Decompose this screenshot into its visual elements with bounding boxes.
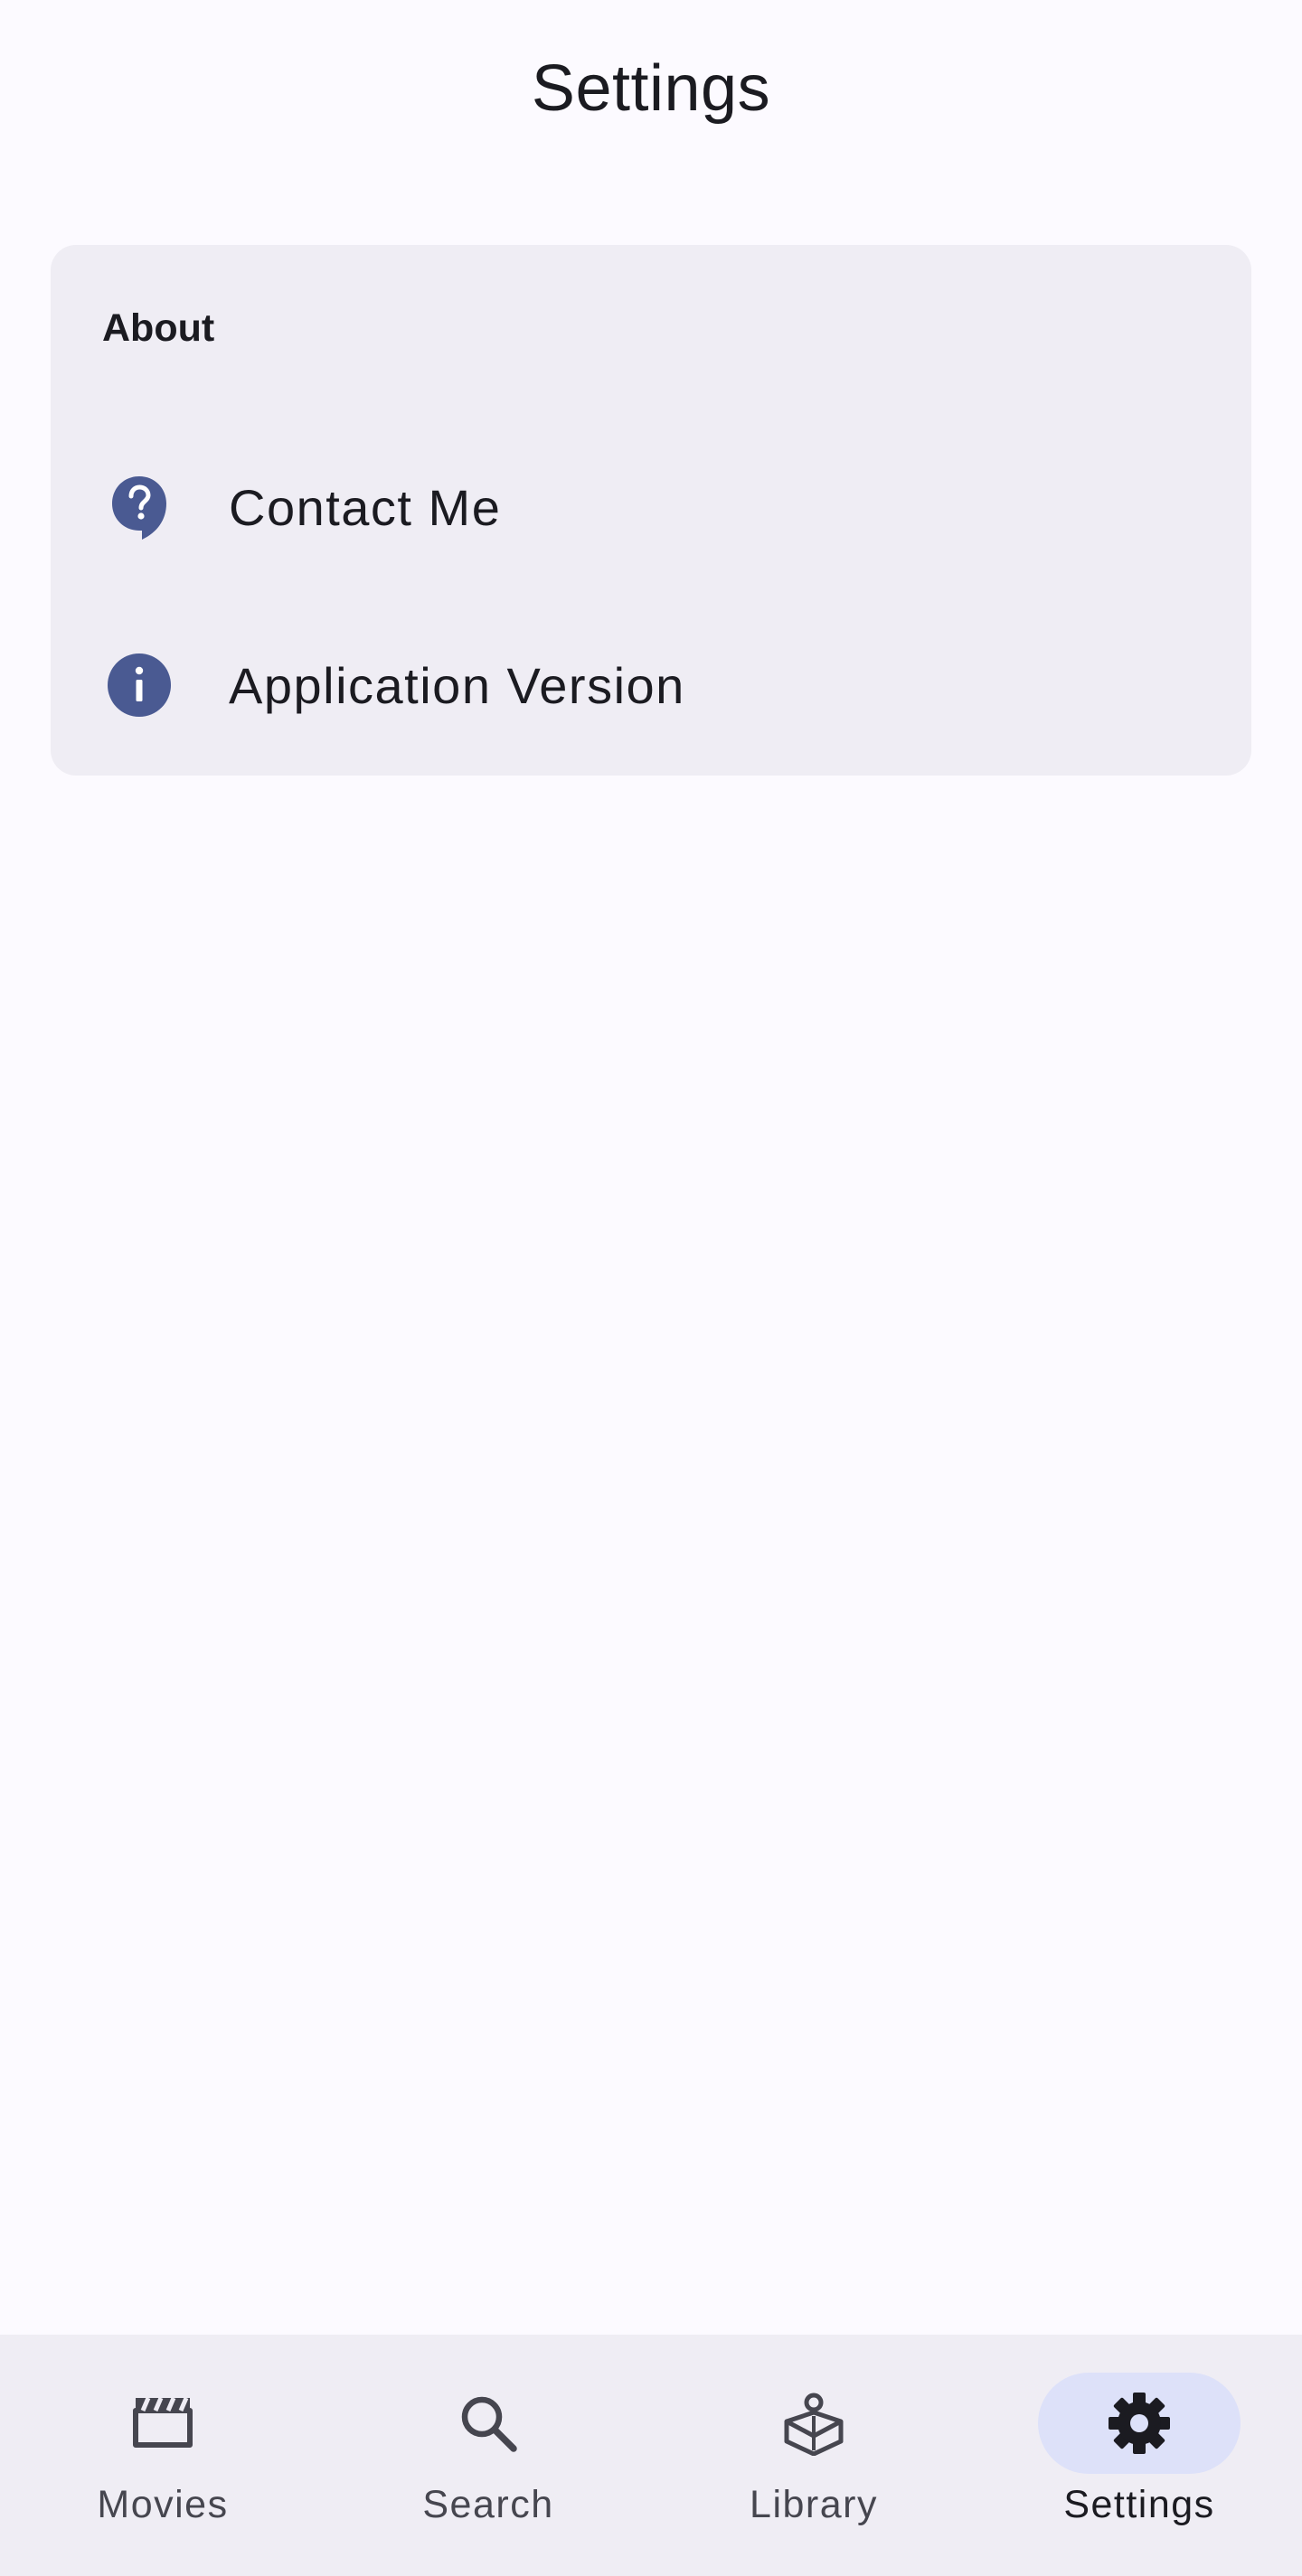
nav-item-movies[interactable]: Movies bbox=[0, 2335, 326, 2576]
about-card: About Contact Me Application Version bbox=[51, 245, 1251, 776]
help-bubble-icon bbox=[107, 475, 172, 540]
nav-label-settings: Settings bbox=[1063, 2483, 1215, 2526]
search-icon bbox=[456, 2391, 521, 2456]
application-version-item[interactable]: Application Version bbox=[51, 597, 1251, 774]
contact-me-label: Contact Me bbox=[229, 478, 502, 536]
nav-label-library: Library bbox=[750, 2483, 878, 2526]
library-reader-icon bbox=[781, 2391, 846, 2456]
nav-item-library[interactable]: Library bbox=[651, 2335, 976, 2576]
nav-label-movies: Movies bbox=[97, 2483, 229, 2526]
info-icon bbox=[107, 653, 172, 718]
settings-screen: Settings About Contact Me Application Ve… bbox=[0, 0, 1302, 2576]
page-title: Settings bbox=[531, 52, 771, 125]
gear-icon bbox=[1107, 2391, 1172, 2456]
nav-item-search[interactable]: Search bbox=[326, 2335, 651, 2576]
nav-label-search: Search bbox=[422, 2483, 554, 2526]
section-title-about: About bbox=[102, 306, 215, 350]
application-version-label: Application Version bbox=[229, 656, 685, 714]
top-app-bar: Settings bbox=[0, 0, 1302, 181]
bottom-navigation-bar: Movies Search Library Settings bbox=[0, 2335, 1302, 2576]
nav-item-settings[interactable]: Settings bbox=[976, 2335, 1302, 2576]
contact-me-item[interactable]: Contact Me bbox=[51, 418, 1251, 596]
clapperboard-icon bbox=[130, 2391, 195, 2456]
